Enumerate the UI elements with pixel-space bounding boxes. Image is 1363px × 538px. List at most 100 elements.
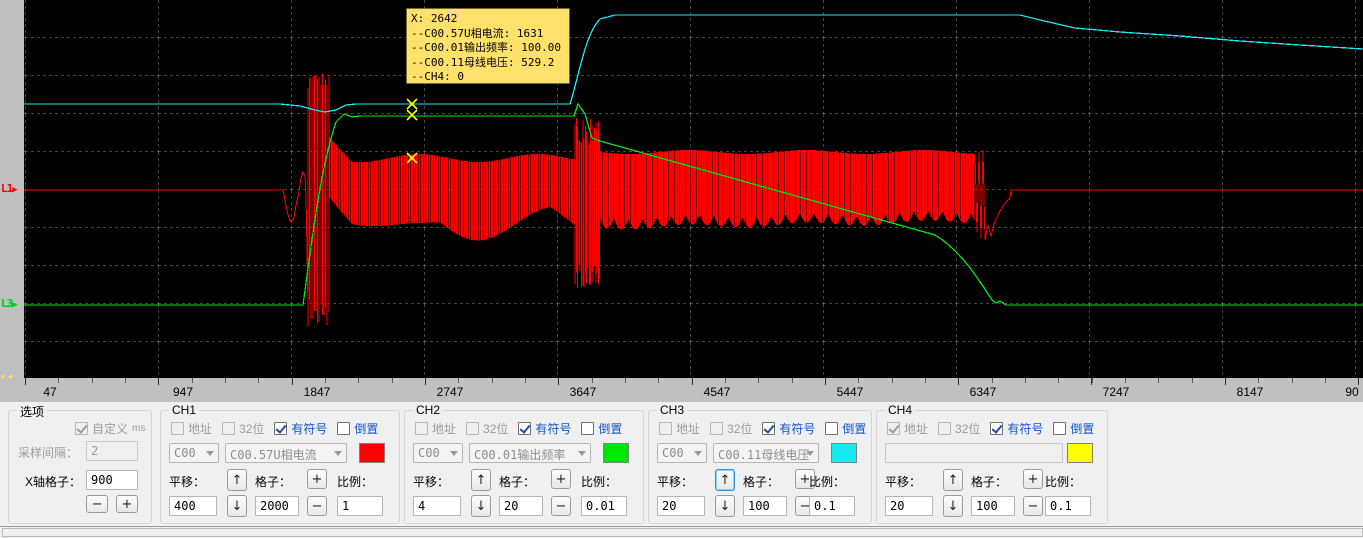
ch2-color-swatch[interactable] xyxy=(603,443,629,463)
x-grid-input[interactable]: 900 xyxy=(86,470,138,490)
ch2-invert-checkbox-box[interactable] xyxy=(581,422,595,435)
ch2-signed-label: 有符号 xyxy=(535,422,572,436)
ch3-shift-input[interactable]: 20 xyxy=(657,496,705,516)
ch3-invert-checkbox-box[interactable] xyxy=(825,422,839,435)
ch2-invert-checkbox[interactable]: 倒置 xyxy=(581,420,622,437)
ch1-grid-label: 格子： xyxy=(255,475,292,489)
ch2-shift-input[interactable]: 4 xyxy=(413,496,461,516)
ch3-signal-combo[interactable]: C00.11母线电压 xyxy=(713,443,819,463)
x-axis-tick-label: 1847 xyxy=(303,385,331,399)
ch4-bit32-checkbox-box xyxy=(938,422,952,435)
x-axis-minor-tick xyxy=(225,378,226,383)
ch3-shift-down-button[interactable]: ↓ xyxy=(715,495,735,517)
ch4-grid-decrease-button[interactable]: − xyxy=(1023,496,1043,516)
ch2-signed-checkbox[interactable]: 有符号 xyxy=(518,420,571,437)
ch2-grid-increase-button[interactable]: + xyxy=(551,469,571,489)
ch4-grid-increase-button[interactable]: + xyxy=(1023,469,1043,489)
ch2-shift-down-button[interactable]: ↓ xyxy=(471,495,491,517)
ch3-shift-label: 平移： xyxy=(657,475,694,489)
x-axis-major-tick xyxy=(1225,378,1226,385)
ch3-addr-label: 地址 xyxy=(676,422,701,436)
ch1-shift-down-button[interactable]: ↓ xyxy=(227,495,247,517)
x-axis-tick-label: 4547 xyxy=(703,385,731,399)
ch4-color-swatch[interactable] xyxy=(1067,443,1093,463)
ch4-shift-up-button[interactable]: ↑ xyxy=(943,469,963,491)
ch4-bit32-label: 32位 xyxy=(955,422,981,436)
x-axis-ticks xyxy=(24,378,1363,385)
ch3-bit32-checkbox-box xyxy=(710,422,724,435)
ch4-invert-checkbox[interactable]: 倒置 xyxy=(1053,420,1094,437)
x-grid-decrease-button[interactable]: − xyxy=(86,495,108,513)
ch2-grid-input[interactable]: 20 xyxy=(499,496,543,516)
ch3-signed-checkbox[interactable]: 有符号 xyxy=(762,420,815,437)
x-axis-minor-tick xyxy=(925,378,926,383)
ch4-signed-checkbox[interactable]: 有符号 xyxy=(990,420,1043,437)
x-grid-increase-button[interactable]: + xyxy=(116,495,138,513)
x-axis-major-tick xyxy=(958,378,959,385)
ch2-ratio-input[interactable]: 0.01 xyxy=(581,496,627,516)
ch1-address-combo[interactable]: C00 xyxy=(169,443,219,463)
left-marker-L3[interactable]: L3▶ xyxy=(1,298,18,310)
ch1-ratio-input[interactable]: 1 xyxy=(337,496,383,516)
x-axis-minor-tick xyxy=(1292,378,1293,383)
ch3-invert-checkbox[interactable]: 倒置 xyxy=(825,420,866,437)
ch3-color-swatch[interactable] xyxy=(831,443,857,463)
ch4-ratio-input[interactable]: 0.1 xyxy=(1045,496,1091,516)
ch1-grid-increase-button[interactable]: + xyxy=(307,469,327,489)
x-axis-minor-tick xyxy=(658,378,659,383)
ch1-grid-decrease-button[interactable]: − xyxy=(307,496,327,516)
x-axis-minor-tick xyxy=(858,378,859,383)
ch3-signed-label: 有符号 xyxy=(779,422,816,436)
ch4-signed-checkbox-box[interactable] xyxy=(990,422,1004,435)
chevron-down-icon xyxy=(450,451,458,456)
ch2-grid-decrease-button[interactable]: − xyxy=(551,496,571,516)
x-axis-tick-label: 90 xyxy=(1345,385,1359,399)
options-group: 选项 自定义 ms 采样间隔： 2 X轴格子： 900 − + xyxy=(8,403,152,524)
ch4-addr-label: 地址 xyxy=(904,422,929,436)
ch1-shift-up-button[interactable]: ↑ xyxy=(227,469,247,491)
ch4-grid-label: 格子： xyxy=(971,475,1008,489)
ch1-grid-input[interactable]: 2000 xyxy=(255,496,299,516)
ch4-grid-input[interactable]: 100 xyxy=(971,496,1015,516)
ch2-shift-up-button[interactable]: ↑ xyxy=(471,469,491,491)
x-axis-tick-label: 7247 xyxy=(1102,385,1130,399)
ch3-grid-label: 格子： xyxy=(743,475,780,489)
ch1-signed-checkbox[interactable]: 有符号 xyxy=(274,420,327,437)
status-bar-inner xyxy=(2,528,1363,537)
ch1-signal-combo[interactable]: C00.57U相电流 xyxy=(225,443,347,463)
ch1-invert-checkbox[interactable]: 倒置 xyxy=(337,420,378,437)
x-axis-minor-tick xyxy=(125,378,126,383)
ch3-ratio-input[interactable]: 0.1 xyxy=(809,496,855,516)
sample-interval-label: 采样间隔： xyxy=(18,446,79,460)
ch1-invert-checkbox-box[interactable] xyxy=(337,422,351,435)
ch1-signed-checkbox-box[interactable] xyxy=(274,422,288,435)
ch3-signed-checkbox-box[interactable] xyxy=(762,422,776,435)
custom-ms-checkbox[interactable]: 自定义 ms xyxy=(75,420,145,437)
custom-ms-checkbox-box[interactable] xyxy=(75,422,88,435)
ch2-addr-checkbox: 地址 xyxy=(415,420,456,437)
waveform-plot[interactable] xyxy=(24,0,1363,378)
cursor-readout-tooltip: X: 2642 --C00.57U相电流: 1631 --C00.01输出频率:… xyxy=(406,8,570,84)
ch4-shift-down-button[interactable]: ↓ xyxy=(943,495,963,517)
ch2-shift-label: 平移： xyxy=(413,475,450,489)
x-axis-minor-tick xyxy=(192,378,193,383)
ch1-shift-input[interactable]: 400 xyxy=(169,496,217,516)
ch2-signal-combo[interactable]: C00.01输出频率 xyxy=(469,443,591,463)
ch3-address-combo[interactable]: C00 xyxy=(657,443,707,463)
ch4-invert-checkbox-box[interactable] xyxy=(1053,422,1067,435)
ch4-shift-input[interactable]: 20 xyxy=(885,496,933,516)
ch2-address-combo[interactable]: C00 xyxy=(413,443,463,463)
ch1-bit32-checkbox-box xyxy=(222,422,236,435)
ch4-signal-field[interactable] xyxy=(885,443,1063,463)
x-axis-minor-tick xyxy=(492,378,493,383)
ch3-grid-input[interactable]: 100 xyxy=(743,496,787,516)
ch1-color-swatch[interactable] xyxy=(359,443,385,463)
left-marker-L1[interactable]: L1▶ xyxy=(1,183,18,195)
channel-group-ch1: CH1 地址 32位 有符号 倒置 C00 C00.57U相电流 平移： ↑ 4… xyxy=(160,403,400,524)
ch2-signed-checkbox-box[interactable] xyxy=(518,422,532,435)
chevron-down-icon xyxy=(694,451,702,456)
ch3-shift-up-button[interactable]: ↑ xyxy=(715,469,735,491)
x-axis-minor-tick xyxy=(1025,378,1026,383)
x-axis-minor-tick xyxy=(625,378,626,383)
tooltip-line-ch4: --CH4: 0 xyxy=(411,70,464,83)
